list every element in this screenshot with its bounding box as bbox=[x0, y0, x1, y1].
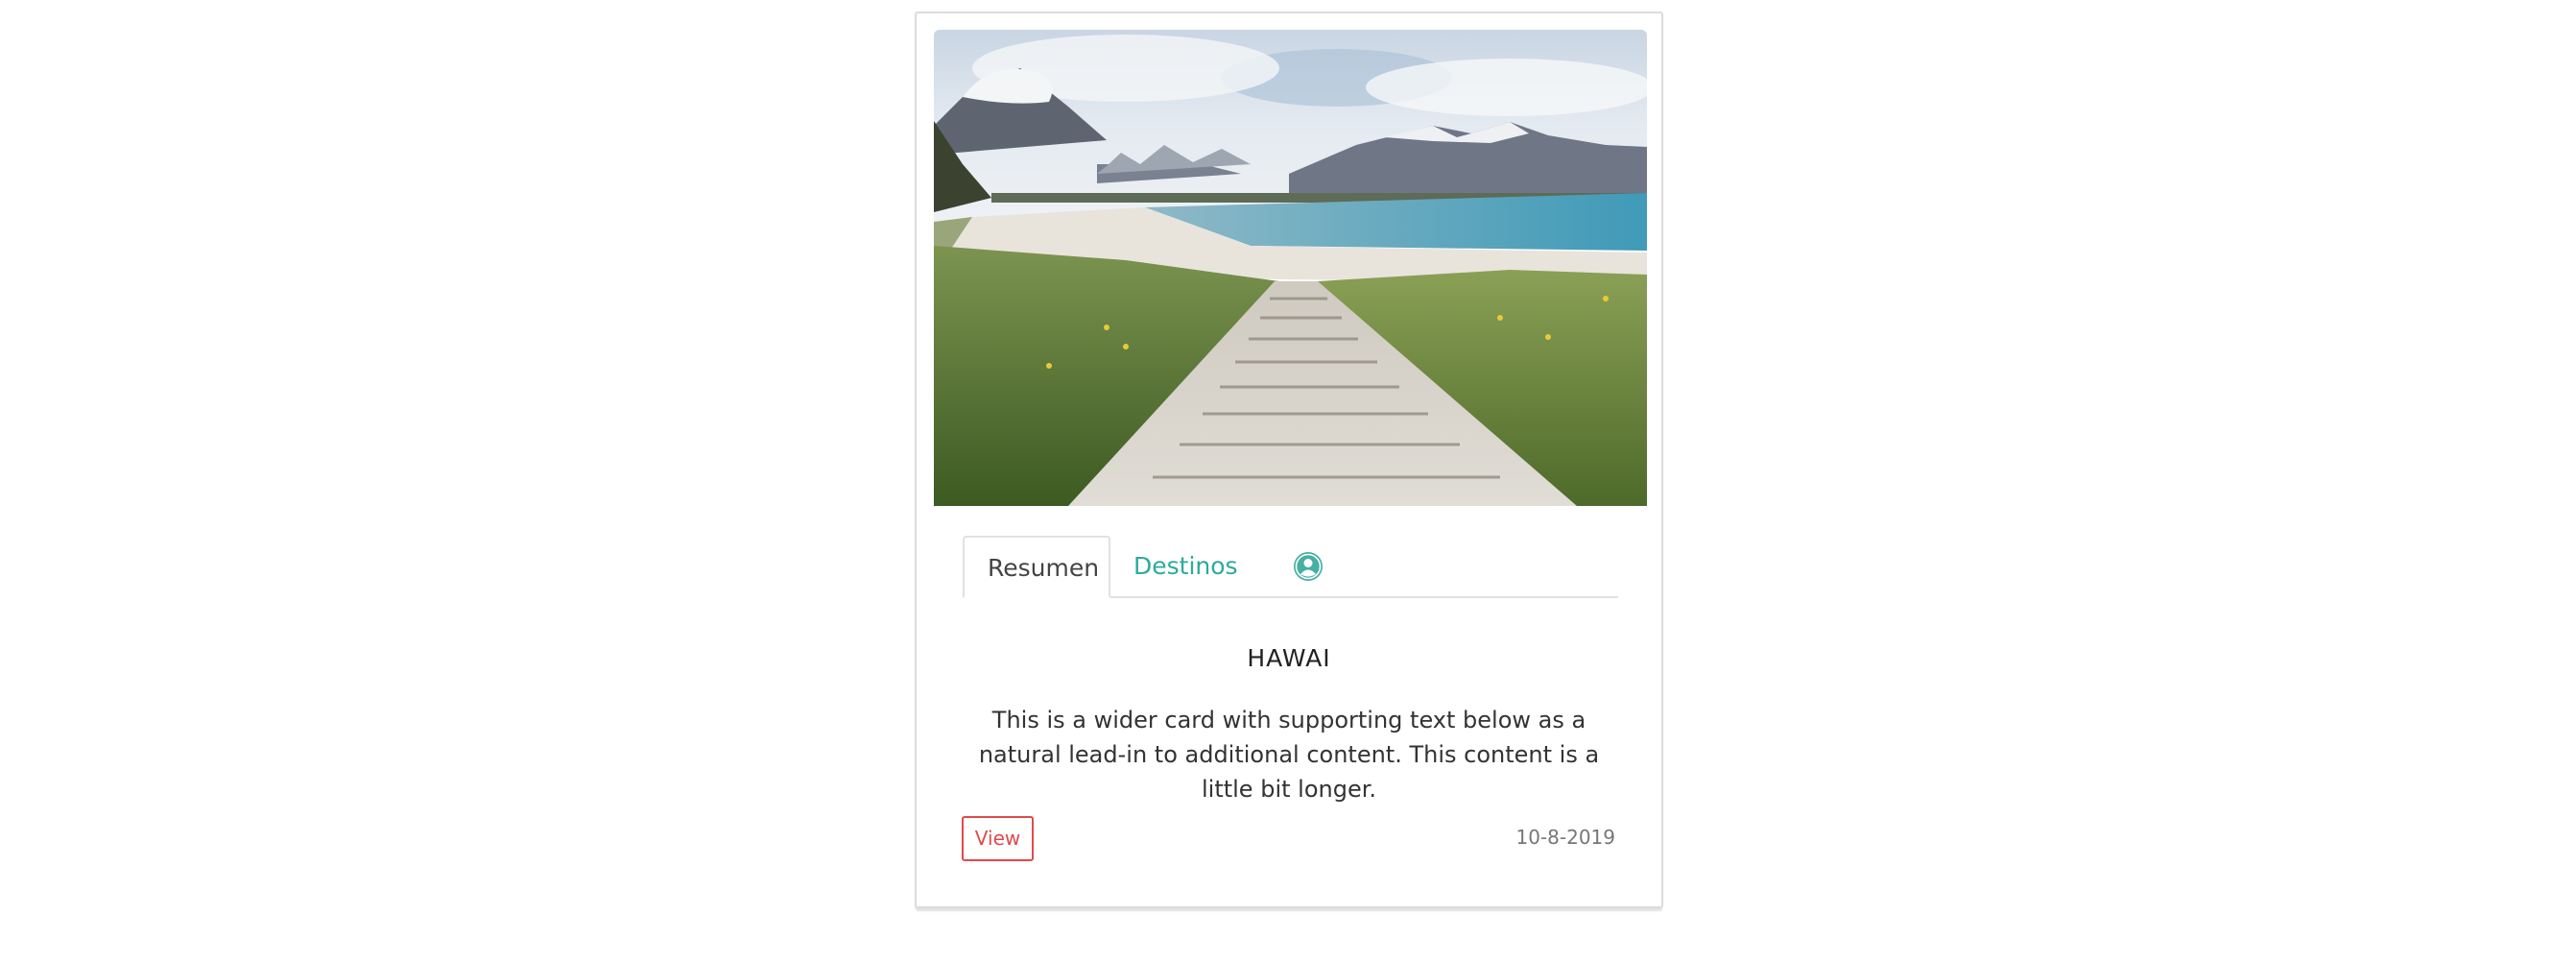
card-text: This is a wider card with supporting tex… bbox=[978, 707, 1600, 803]
tab-resumen[interactable]: Resumen bbox=[963, 536, 1110, 598]
view-button[interactable]: View bbox=[962, 816, 1034, 861]
card-title: HAWAI bbox=[1247, 644, 1331, 672]
tab-destinos[interactable]: Destinos bbox=[1110, 536, 1261, 596]
card-date: 10-8-2019 bbox=[1515, 826, 1615, 849]
user-circle-icon[interactable] bbox=[1293, 551, 1324, 582]
card-tabs: Resumen Destinos bbox=[963, 536, 1618, 598]
card-image bbox=[934, 30, 1647, 506]
destination-card: Resumen Destinos HAWAI This is a wider c… bbox=[915, 12, 1663, 908]
